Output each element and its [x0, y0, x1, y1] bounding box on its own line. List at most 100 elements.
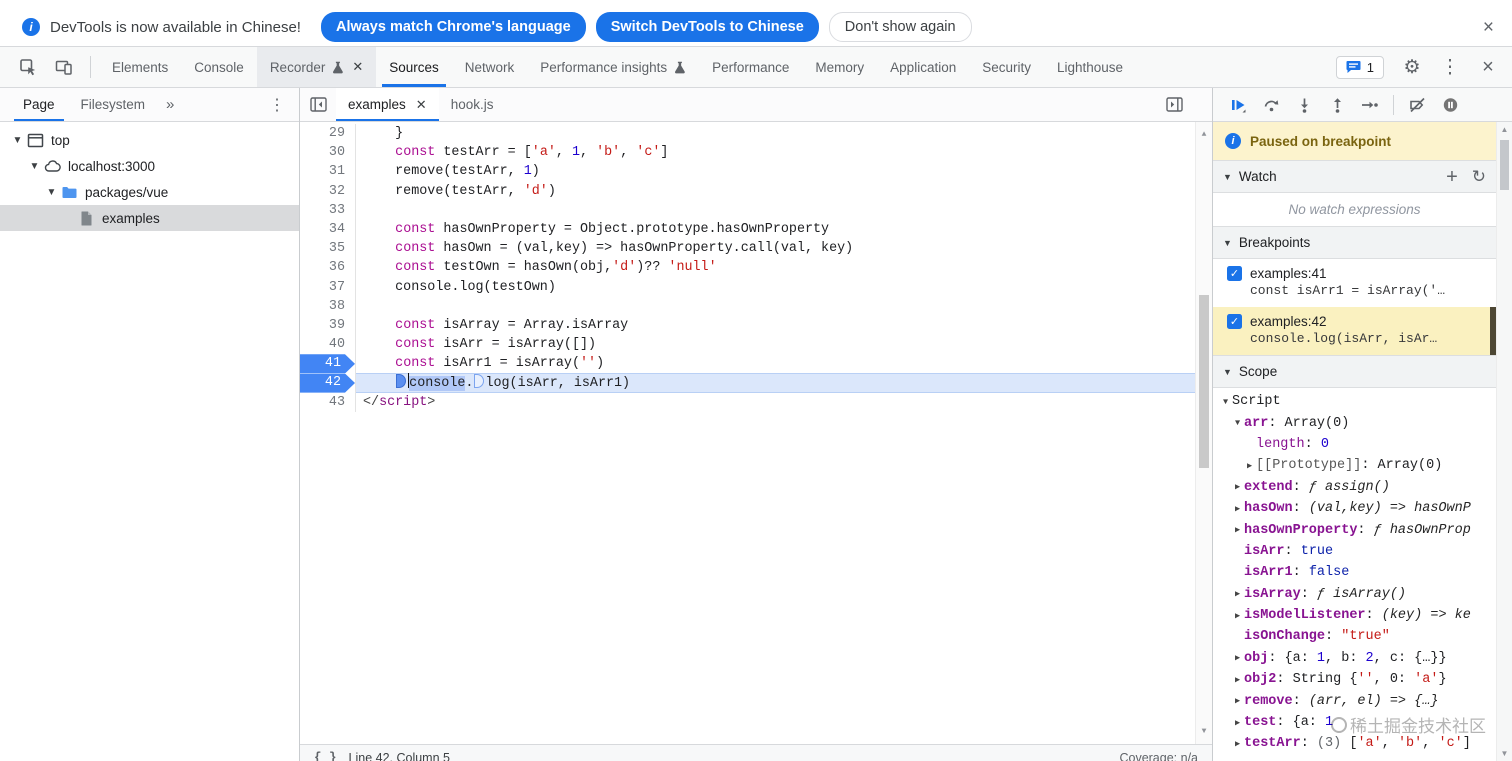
- tree-row-examples[interactable]: examples: [0, 205, 299, 231]
- code-text[interactable]: [356, 297, 1212, 316]
- scope-expand-icon[interactable]: ▶: [1231, 589, 1244, 599]
- navigator-overflow-icon[interactable]: »: [158, 88, 182, 121]
- panel-tab-elements[interactable]: Elements: [99, 47, 181, 87]
- line-number[interactable]: 31: [300, 162, 356, 182]
- scope-row--prototype-[interactable]: ▶ [[Prototype]]: Array(0): [1213, 455, 1496, 476]
- issues-counter[interactable]: 1: [1335, 55, 1384, 79]
- panel-tab-sources[interactable]: Sources: [376, 47, 452, 87]
- breakpoint-entry-examples-42[interactable]: ✓ examples:42 console.log(isArr, isAr…: [1213, 307, 1496, 355]
- tree-row-packages-vue[interactable]: ▼ packages/vue: [0, 179, 299, 205]
- panel-tab-network[interactable]: Network: [452, 47, 528, 87]
- scope-expand-icon[interactable]: ▶: [1231, 504, 1244, 514]
- scroll-up-icon[interactable]: ▲: [1196, 125, 1212, 144]
- settings-gear-icon[interactable]: ⚙: [1394, 56, 1430, 79]
- code-text[interactable]: </script>: [356, 393, 1212, 412]
- watch-section-header[interactable]: ▼ Watch + ↻: [1213, 160, 1496, 193]
- step-into-button[interactable]: [1289, 91, 1319, 119]
- line-number[interactable]: 29: [300, 124, 356, 144]
- panel-tab-security[interactable]: Security: [969, 47, 1044, 87]
- scope-expand-icon[interactable]: ▶: [1231, 611, 1244, 621]
- scope-expand-icon[interactable]: ▼: [1231, 418, 1244, 428]
- line-number[interactable]: 42: [300, 373, 356, 393]
- code-text[interactable]: }: [356, 124, 1212, 143]
- code-text[interactable]: remove(testArr, 1): [356, 162, 1212, 181]
- scope-row-ismodellistener[interactable]: ▶ isModelListener: (key) => ke: [1213, 605, 1496, 626]
- panel-tab-recorder[interactable]: Recorder ✕: [256, 47, 377, 87]
- line-number[interactable]: 34: [300, 219, 356, 240]
- step-over-button[interactable]: [1256, 91, 1286, 119]
- step-button[interactable]: [1355, 91, 1385, 119]
- line-number[interactable]: 35: [300, 239, 356, 259]
- refresh-watch-icon[interactable]: ↻: [1472, 168, 1486, 185]
- panel-tab-performance-insights[interactable]: Performance insights: [527, 47, 699, 87]
- step-out-button[interactable]: [1322, 91, 1352, 119]
- scope-row-arr[interactable]: ▼ arr: Array(0): [1213, 412, 1496, 433]
- scope-row-hasown[interactable]: ▶ hasOwn: (val,key) => hasOwnP: [1213, 498, 1496, 519]
- line-number[interactable]: 39: [300, 315, 356, 336]
- scope-section-header[interactable]: ▼ Scope: [1213, 355, 1496, 388]
- navigator-menu-kebab-icon[interactable]: ⋮: [255, 88, 299, 121]
- scope-expand-icon[interactable]: ▶: [1243, 461, 1256, 471]
- line-number[interactable]: 30: [300, 143, 356, 163]
- line-number[interactable]: 33: [300, 200, 356, 220]
- scope-row-isarr[interactable]: isArr: true: [1213, 541, 1496, 562]
- code-text[interactable]: const isArr = isArray([]): [356, 335, 1212, 354]
- scroll-down-icon[interactable]: ▼: [1497, 749, 1512, 758]
- editor-tab-hookjs[interactable]: hook.js: [439, 88, 506, 121]
- deactivate-breakpoints-button[interactable]: [1402, 91, 1432, 119]
- line-number[interactable]: 41: [300, 354, 356, 374]
- code-text[interactable]: const isArr1 = isArray(''): [356, 354, 1212, 373]
- navigator-tab-filesystem[interactable]: Filesystem: [68, 88, 159, 121]
- hide-navigator-icon[interactable]: [300, 88, 336, 121]
- code-text[interactable]: const testOwn = hasOwn(obj,'d')?? 'null': [356, 258, 1212, 277]
- navigator-tab-page[interactable]: Page: [10, 88, 68, 121]
- tab-close-icon[interactable]: ✕: [352, 59, 363, 75]
- device-toolbar-icon[interactable]: [46, 47, 82, 87]
- breakpoints-section-header[interactable]: ▼ Breakpoints: [1213, 226, 1496, 259]
- scope-row-script[interactable]: ▼ Script: [1213, 391, 1496, 412]
- scope-expand-icon[interactable]: ▶: [1231, 718, 1244, 728]
- code-text[interactable]: const hasOwnProperty = Object.prototype.…: [356, 220, 1212, 239]
- notification-close-icon[interactable]: ×: [1483, 18, 1494, 37]
- tree-row-top[interactable]: ▼ top: [0, 127, 299, 153]
- code-text[interactable]: console.log(testOwn): [356, 278, 1212, 297]
- code-text[interactable]: const hasOwn = (val,key) => hasOwnProper…: [356, 239, 1212, 258]
- scope-row-length[interactable]: length: 0: [1213, 434, 1496, 455]
- scope-row-isarray[interactable]: ▶ isArray: ƒ isArray(): [1213, 584, 1496, 605]
- scope-expand-icon[interactable]: ▶: [1231, 653, 1244, 663]
- scope-row-testarr[interactable]: ▶ testArr: (3) ['a', 'b', 'c']: [1213, 733, 1496, 754]
- scope-expand-icon[interactable]: ▶: [1231, 482, 1244, 492]
- breakpoint-marker[interactable]: 42: [300, 373, 355, 392]
- panel-tab-lighthouse[interactable]: Lighthouse: [1044, 47, 1136, 87]
- scope-expand-icon[interactable]: ▶: [1231, 739, 1244, 749]
- code-text[interactable]: console. log(isArr, isArr1): [356, 373, 1212, 393]
- scroll-up-icon[interactable]: ▲: [1497, 125, 1512, 134]
- panel-tab-application[interactable]: Application: [877, 47, 969, 87]
- tree-expand-icon[interactable]: ▼: [27, 161, 42, 172]
- scope-expand-icon[interactable]: ▶: [1231, 675, 1244, 685]
- inline-breakpoint-icon[interactable]: [474, 374, 485, 389]
- code-text[interactable]: const testArr = ['a', 1, 'b', 'c']: [356, 143, 1212, 162]
- editor-scrollbar-thumb[interactable]: [1199, 295, 1209, 468]
- code-text[interactable]: remove(testArr, 'd'): [356, 182, 1212, 201]
- tree-expand-icon[interactable]: ▼: [10, 135, 25, 146]
- dont-show-again-button[interactable]: Don't show again: [828, 12, 972, 42]
- panel-tab-memory[interactable]: Memory: [802, 47, 877, 87]
- scope-row-isonchange[interactable]: isOnChange: "true": [1213, 626, 1496, 647]
- switch-devtools-chinese-button[interactable]: Switch DevTools to Chinese: [595, 12, 819, 42]
- scope-row-hasownproperty[interactable]: ▶ hasOwnProperty: ƒ hasOwnProp: [1213, 519, 1496, 540]
- scope-expand-icon[interactable]: ▼: [1219, 397, 1232, 407]
- panel-tab-performance[interactable]: Performance: [699, 47, 802, 87]
- pause-on-exceptions-button[interactable]: [1435, 91, 1465, 119]
- pretty-print-icon[interactable]: { }: [314, 751, 337, 761]
- scope-row-extend[interactable]: ▶ extend: ƒ assign(): [1213, 477, 1496, 498]
- editor-tab-close-icon[interactable]: ✕: [416, 97, 427, 113]
- scope-row-test[interactable]: ▶ test: {a: 1: [1213, 712, 1496, 733]
- sidebar-scrollbar[interactable]: ▲ ▼: [1496, 122, 1512, 761]
- toggle-debugger-sidebar-icon[interactable]: [1156, 88, 1192, 121]
- more-options-kebab-icon[interactable]: ⋮: [1432, 56, 1468, 79]
- devtools-close-icon[interactable]: ×: [1470, 56, 1506, 79]
- line-number[interactable]: 40: [300, 335, 356, 355]
- add-watch-icon[interactable]: +: [1446, 167, 1458, 187]
- scope-row-remove[interactable]: ▶ remove: (arr, el) => {…}: [1213, 690, 1496, 711]
